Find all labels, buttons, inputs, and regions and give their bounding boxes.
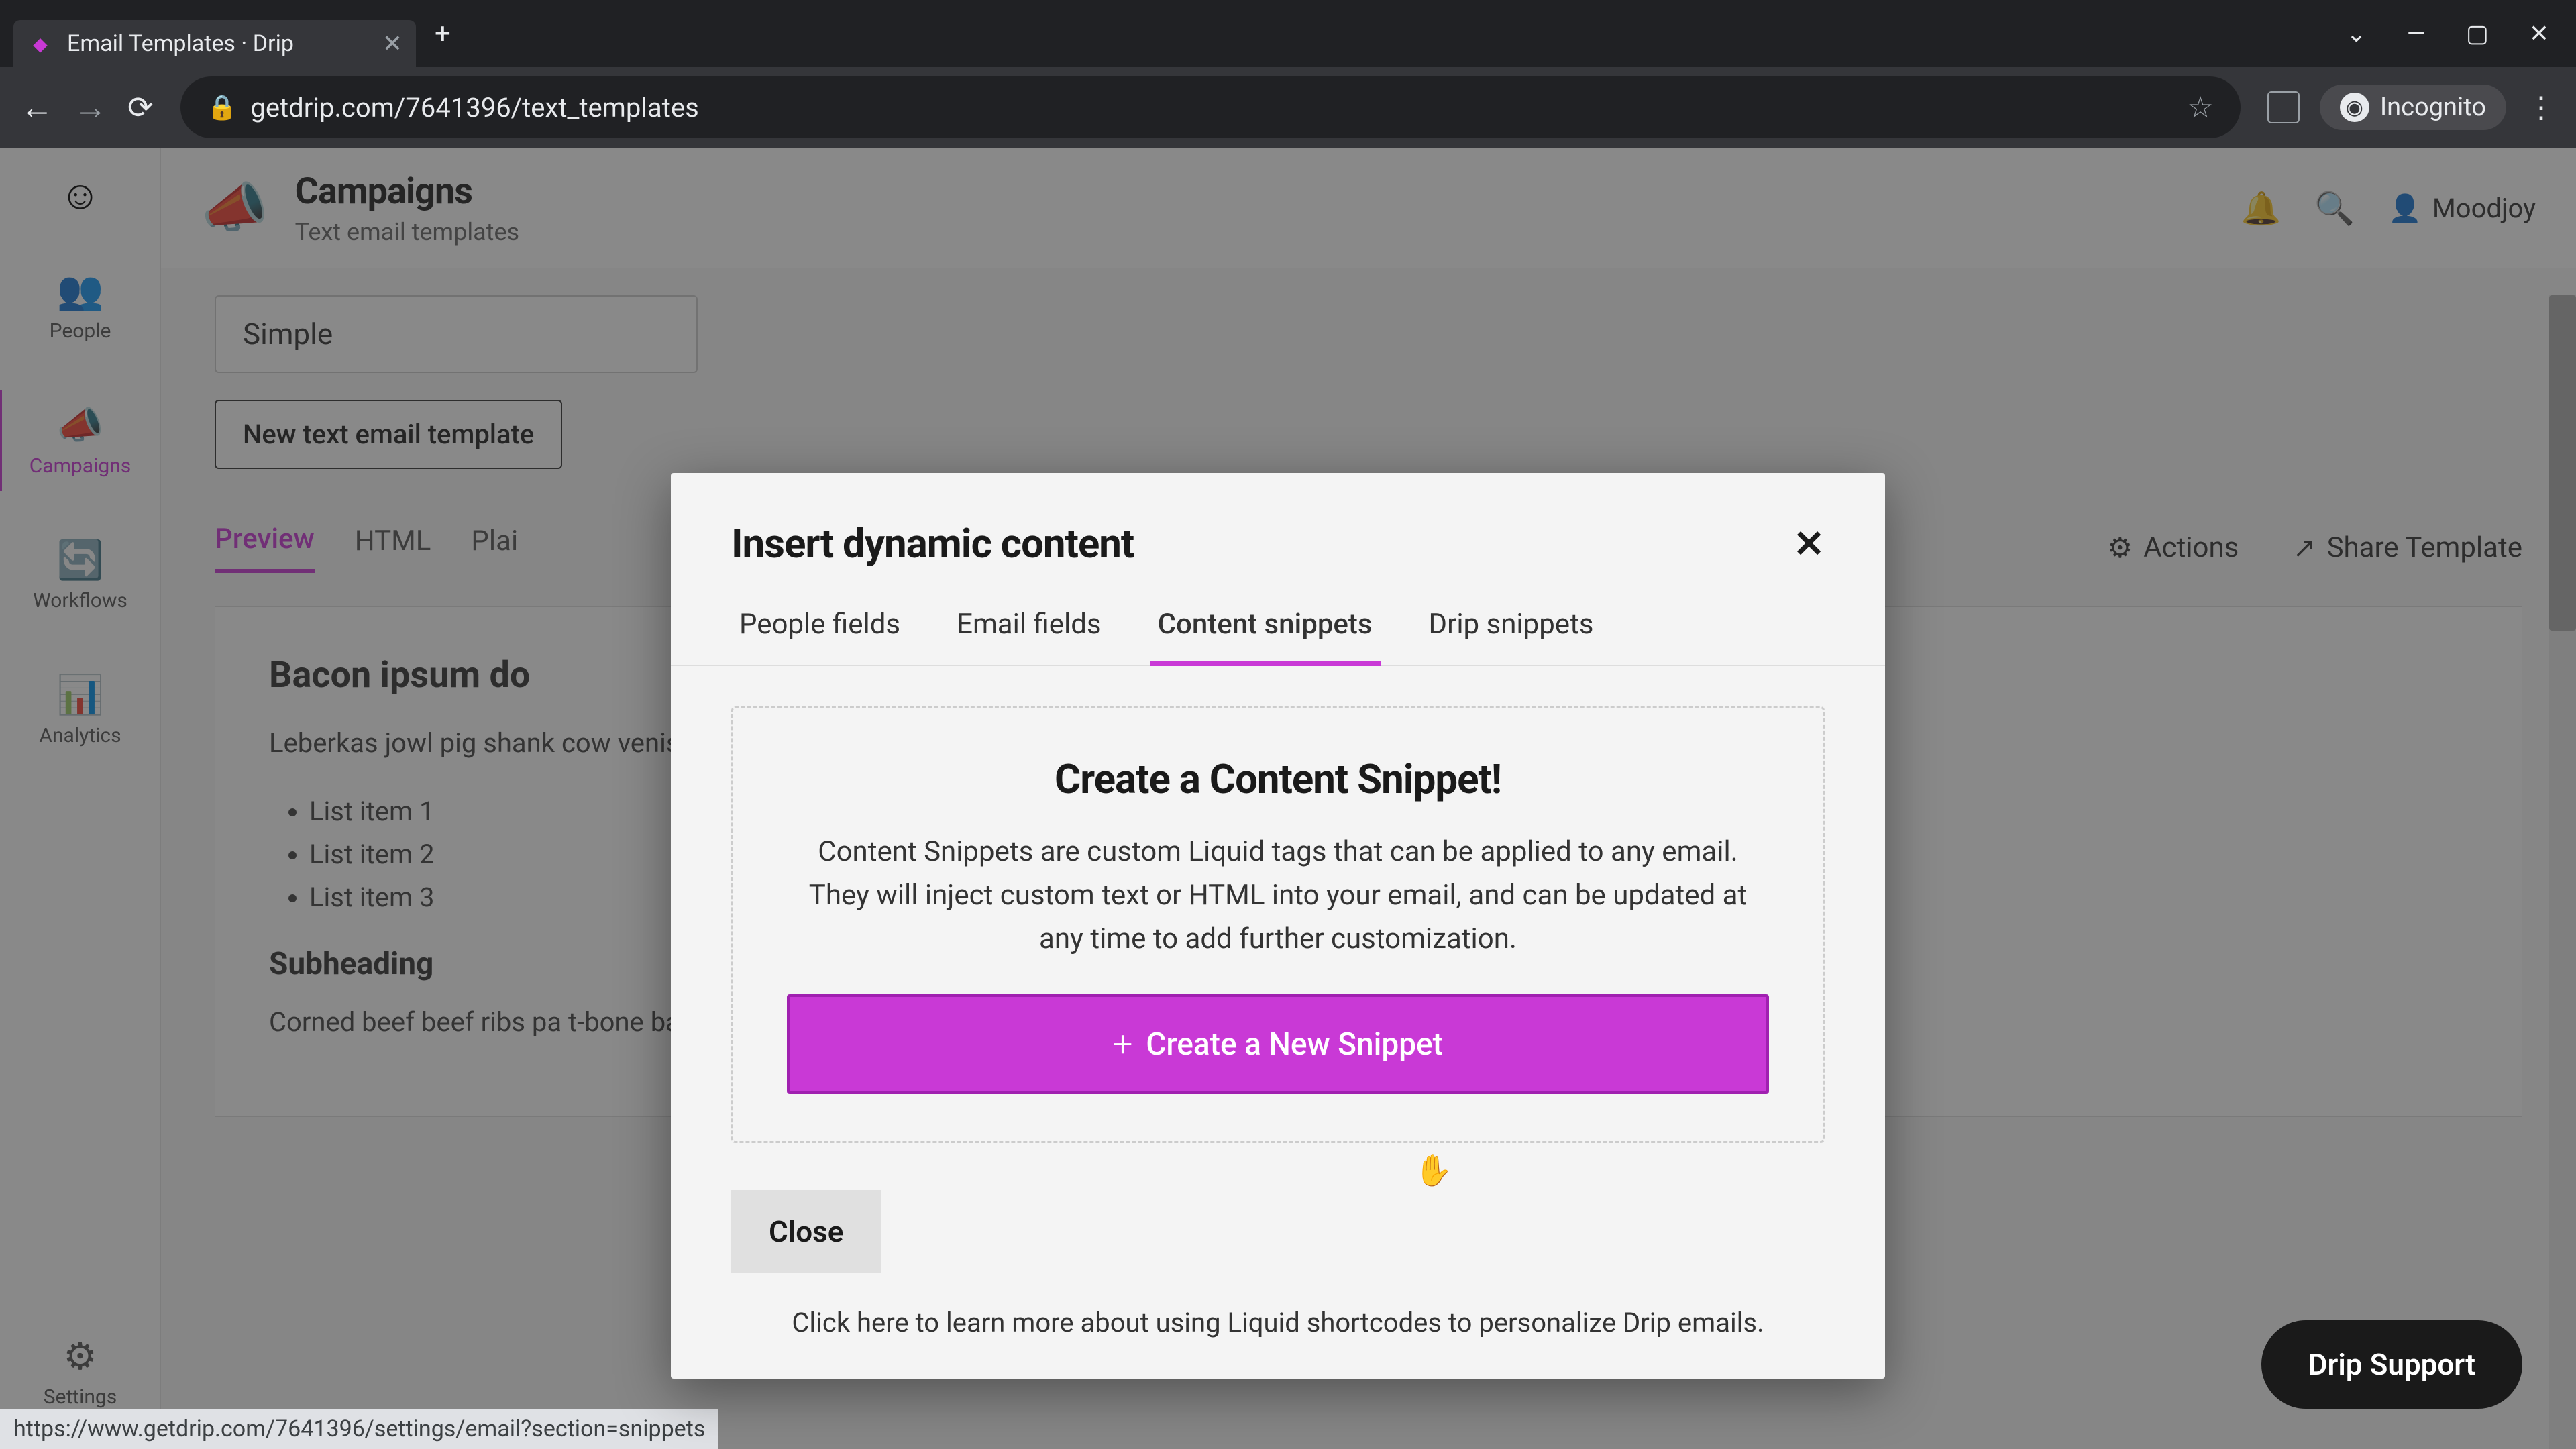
- status-bar: https://www.getdrip.com/7641396/settings…: [0, 1409, 718, 1449]
- app-area: ☺ 👥 People 📣 Campaigns 🔄 Workflows 📊 Ana…: [0, 148, 2576, 1449]
- browser-tab[interactable]: ◆ Email Templates · Drip ✕: [13, 20, 416, 67]
- extension-icon[interactable]: [2267, 91, 2300, 123]
- insert-dynamic-content-modal: Insert dynamic content ✕ People fields E…: [671, 473, 1885, 1379]
- tab-drip-snippets[interactable]: Drip snippets: [1421, 594, 1602, 665]
- bookmark-star-icon[interactable]: ☆: [2187, 90, 2213, 125]
- incognito-badge[interactable]: ◉ Incognito: [2320, 85, 2506, 130]
- cursor-icon: ✋: [1414, 1152, 1452, 1189]
- back-button[interactable]: ←: [20, 88, 54, 127]
- plus-icon: +: [1113, 1024, 1132, 1065]
- browser-tab-strip: ◆ Email Templates · Drip ✕ + ⌄ — ▢ ✕: [0, 0, 2576, 67]
- lock-icon: 🔒: [207, 93, 237, 121]
- tab-title: Email Templates · Drip: [67, 30, 294, 57]
- tab-people-fields[interactable]: People fields: [731, 594, 908, 665]
- snippet-heading: Create a Content Snippet!: [787, 755, 1769, 803]
- browser-toolbar: ← → ⟳ 🔒 getdrip.com/7641396/text_templat…: [0, 67, 2576, 148]
- learn-more-link[interactable]: here: [857, 1307, 909, 1338]
- snippet-empty-state: Create a Content Snippet! Content Snippe…: [731, 706, 1825, 1143]
- modal-title: Insert dynamic content: [731, 520, 1134, 568]
- reload-button[interactable]: ⟳: [127, 89, 154, 126]
- drip-support-button[interactable]: Drip Support: [2261, 1320, 2522, 1409]
- drip-favicon-icon: ◆: [27, 30, 54, 57]
- chevron-down-icon[interactable]: ⌄: [2347, 19, 2367, 48]
- create-snippet-label: Create a New Snippet: [1146, 1026, 1443, 1063]
- browser-menu-icon[interactable]: ⋮: [2526, 90, 2556, 125]
- modal-close-button[interactable]: Close: [731, 1190, 881, 1273]
- tab-close-icon[interactable]: ✕: [382, 30, 402, 58]
- create-new-snippet-button[interactable]: + Create a New Snippet: [787, 994, 1769, 1094]
- modal-close-icon[interactable]: ✕: [1793, 522, 1825, 566]
- incognito-icon: ◉: [2340, 93, 2369, 122]
- incognito-label: Incognito: [2380, 93, 2486, 122]
- maximize-button[interactable]: ▢: [2466, 19, 2489, 48]
- window-controls: ⌄ — ▢ ✕: [2320, 0, 2576, 67]
- minimize-button[interactable]: —: [2407, 19, 2426, 48]
- tab-email-fields[interactable]: Email fields: [949, 594, 1110, 665]
- snippet-description: Content Snippets are custom Liquid tags …: [787, 830, 1769, 961]
- tab-content-snippets[interactable]: Content snippets: [1150, 594, 1381, 666]
- learn-more-text: Click here to learn more about using Liq…: [731, 1307, 1825, 1338]
- close-window-button[interactable]: ✕: [2529, 19, 2549, 48]
- url-text: getdrip.com/7641396/text_templates: [250, 92, 2174, 123]
- address-bar[interactable]: 🔒 getdrip.com/7641396/text_templates ☆: [180, 76, 2241, 138]
- new-tab-button[interactable]: +: [421, 11, 464, 57]
- forward-button[interactable]: →: [74, 88, 107, 127]
- modal-tabs: People fields Email fields Content snipp…: [671, 594, 1885, 666]
